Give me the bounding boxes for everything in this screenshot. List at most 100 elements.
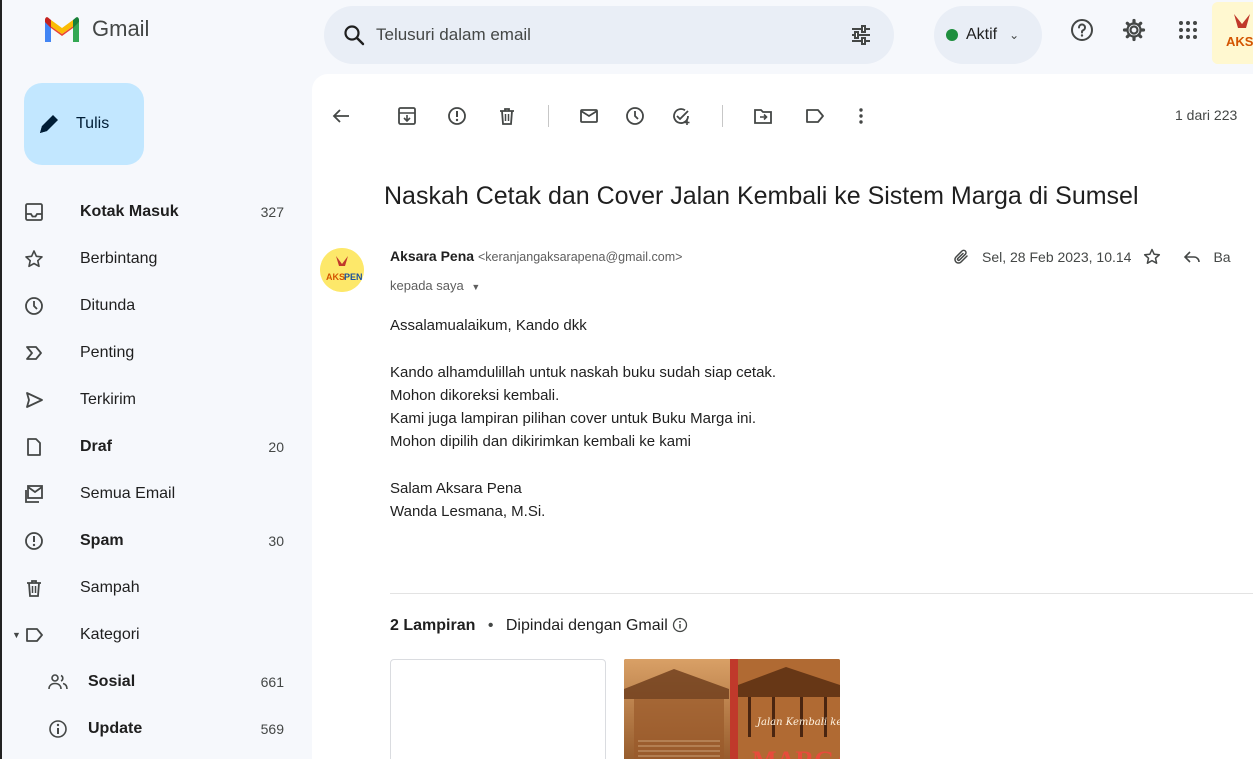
inbox-icon xyxy=(25,203,43,221)
sidebar-item-count: 569 xyxy=(260,721,284,737)
gmail-logo[interactable]: Gmail xyxy=(42,14,149,44)
attachment-thumbnail-cover[interactable]: Jalan Kembali ke Sistem MARGA xyxy=(624,659,840,759)
sidebar-item-sosial[interactable]: Sosial 661 xyxy=(18,659,298,706)
sidebar-item-kotak-masuk[interactable]: Kotak Masuk 327 xyxy=(18,189,298,236)
important-icon xyxy=(26,346,42,360)
sidebar-item-count: 327 xyxy=(260,204,284,220)
toolbar-divider xyxy=(722,105,723,127)
aksara-pena-logo-icon: AKS PEN xyxy=(320,248,364,292)
status-label: Aktif xyxy=(966,26,998,43)
sender-line: Aksara Pena <keranjangaksarapena@gmail.c… xyxy=(390,248,682,264)
sidebar-item-count: 20 xyxy=(268,439,284,455)
message-meta: Sel, 28 Feb 2023, 10.14 Ba xyxy=(952,248,1231,266)
sidebar-nav: Kotak Masuk 327 Berbintang Ditunda Penti… xyxy=(12,189,298,753)
sidebar-item-label: Update xyxy=(88,720,143,737)
sidebar-item-count: 30 xyxy=(268,533,284,549)
info-icon xyxy=(49,720,67,738)
cover-title: MARGA xyxy=(752,746,840,759)
body-line: Mohon dikoreksi kembali. xyxy=(390,387,560,404)
sidebar-item-draf[interactable]: Draf 20 xyxy=(18,424,298,471)
toolbar-divider xyxy=(548,105,549,127)
sender-avatar[interactable]: AKS PEN xyxy=(320,248,364,292)
sidebar-item-update[interactable]: Update 569 xyxy=(18,706,298,753)
label-icon[interactable] xyxy=(804,105,826,127)
label-icon xyxy=(26,628,43,642)
more-vert-icon[interactable] xyxy=(850,105,872,127)
pencil-icon xyxy=(40,115,58,133)
search-input[interactable] xyxy=(376,22,816,48)
archive-icon[interactable] xyxy=(396,105,418,127)
message-date: Sel, 28 Feb 2023, 10.14 xyxy=(982,249,1132,265)
back-arrow-icon[interactable] xyxy=(330,105,352,127)
sidebar-item-label: Semua Email xyxy=(80,485,176,502)
svg-text:Jalan Kembali ke Sistem: Jalan Kembali ke Sistem xyxy=(755,717,840,728)
body-line: Kami juga lampiran pilihan cover untuk B… xyxy=(390,410,757,427)
status-selector[interactable]: Aktif ⌄ xyxy=(934,6,1042,64)
email-body: Assalamualaikum, Kando dkk Kando alhamdu… xyxy=(390,314,776,523)
draft-icon xyxy=(27,438,41,456)
sidebar-item-label: Kotak Masuk xyxy=(80,203,179,220)
star-icon xyxy=(25,250,43,268)
sidebar-item-label: Ditunda xyxy=(80,297,136,314)
report-spam-icon[interactable] xyxy=(446,105,468,127)
svg-text:PEN: PEN xyxy=(344,272,363,282)
pagination-text: 1 dari 223 xyxy=(1175,107,1238,123)
compose-label: Tulis xyxy=(76,115,110,132)
gmail-window: Gmail Aktif ⌄ xyxy=(0,0,1253,759)
sidebar-item-berbintang[interactable]: Berbintang xyxy=(18,236,298,283)
sidebar-item-label: Penting xyxy=(80,344,135,361)
sidebar-item-terkirim[interactable]: Terkirim xyxy=(18,377,298,424)
sidebar-item-sampah[interactable]: Sampah xyxy=(18,565,298,612)
snooze-icon[interactable] xyxy=(624,105,646,127)
mark-unread-icon[interactable] xyxy=(578,105,600,127)
search-bar[interactable] xyxy=(324,6,894,64)
recipient-label: kepada saya xyxy=(390,278,464,293)
clock-icon xyxy=(25,297,43,315)
sidebar-item-label: Draf xyxy=(80,438,113,455)
app-name: Gmail xyxy=(92,16,150,41)
body-line: Kando alhamdulillah untuk naskah buku su… xyxy=(390,364,777,381)
body-line: Wanda Lesmana, M.Si. xyxy=(390,503,546,520)
recipient-toggle[interactable]: kepada saya ▼ xyxy=(390,278,480,293)
delete-icon[interactable] xyxy=(496,105,518,127)
account-avatar[interactable]: AKS P xyxy=(1212,2,1253,64)
sidebar-item-ditunda[interactable]: Ditunda xyxy=(18,283,298,330)
help-icon[interactable] xyxy=(1070,18,1094,42)
reply-label-partial[interactable]: Ba xyxy=(1213,249,1230,265)
sidebar-item-kategori[interactable]: ▼ Kategori xyxy=(12,612,298,659)
settings-gear-icon[interactable] xyxy=(1122,18,1146,42)
body-line: Mohon dipilih dan dikirimkan kembali ke … xyxy=(390,433,691,450)
compose-button[interactable]: Tulis xyxy=(24,83,144,165)
sidebar-item-penting[interactable]: Penting xyxy=(18,330,298,377)
caret-down-icon[interactable]: ▼ xyxy=(12,630,21,640)
svg-text:AKS: AKS xyxy=(326,272,345,282)
svg-text:AKS: AKS xyxy=(1226,34,1253,49)
scan-label: Dipindai dengan Gmail xyxy=(505,617,668,634)
add-task-icon[interactable] xyxy=(670,105,692,127)
book-cover-image: Jalan Kembali ke Sistem MARGA xyxy=(624,659,840,759)
star-icon[interactable] xyxy=(1143,248,1161,266)
info-icon[interactable] xyxy=(672,617,688,633)
sender-email: <keranjangaksarapena@gmail.com> xyxy=(477,250,683,264)
spam-icon xyxy=(25,532,43,550)
sidebar-item-spam[interactable]: Spam 30 xyxy=(18,518,298,565)
caret-down-icon: ▼ xyxy=(471,282,481,292)
attachments-divider xyxy=(390,593,1253,594)
apps-grid-icon[interactable] xyxy=(1176,18,1200,42)
reply-icon[interactable] xyxy=(1183,248,1201,266)
search-icon[interactable] xyxy=(342,23,366,47)
all-mail-icon xyxy=(25,485,43,503)
separator-dot: • xyxy=(487,617,494,634)
search-options-icon[interactable] xyxy=(850,24,872,46)
email-subject: Naskah Cetak dan Cover Jalan Kembali ke … xyxy=(384,182,1139,210)
sidebar-item-semua-email[interactable]: Semua Email xyxy=(18,471,298,518)
attachment-count: 2 Lampiran xyxy=(390,617,476,634)
sender-name[interactable]: Aksara Pena xyxy=(390,248,474,264)
sidebar-item-label: Sampah xyxy=(80,579,140,596)
move-to-icon[interactable] xyxy=(752,105,774,127)
chevron-down-icon: ⌄ xyxy=(1009,28,1020,42)
attachment-clip-icon xyxy=(954,249,968,264)
sidebar-item-label: Berbintang xyxy=(80,250,158,267)
attachment-thumbnail[interactable] xyxy=(390,659,606,759)
body-line: Salam Aksara Pena xyxy=(390,480,522,497)
